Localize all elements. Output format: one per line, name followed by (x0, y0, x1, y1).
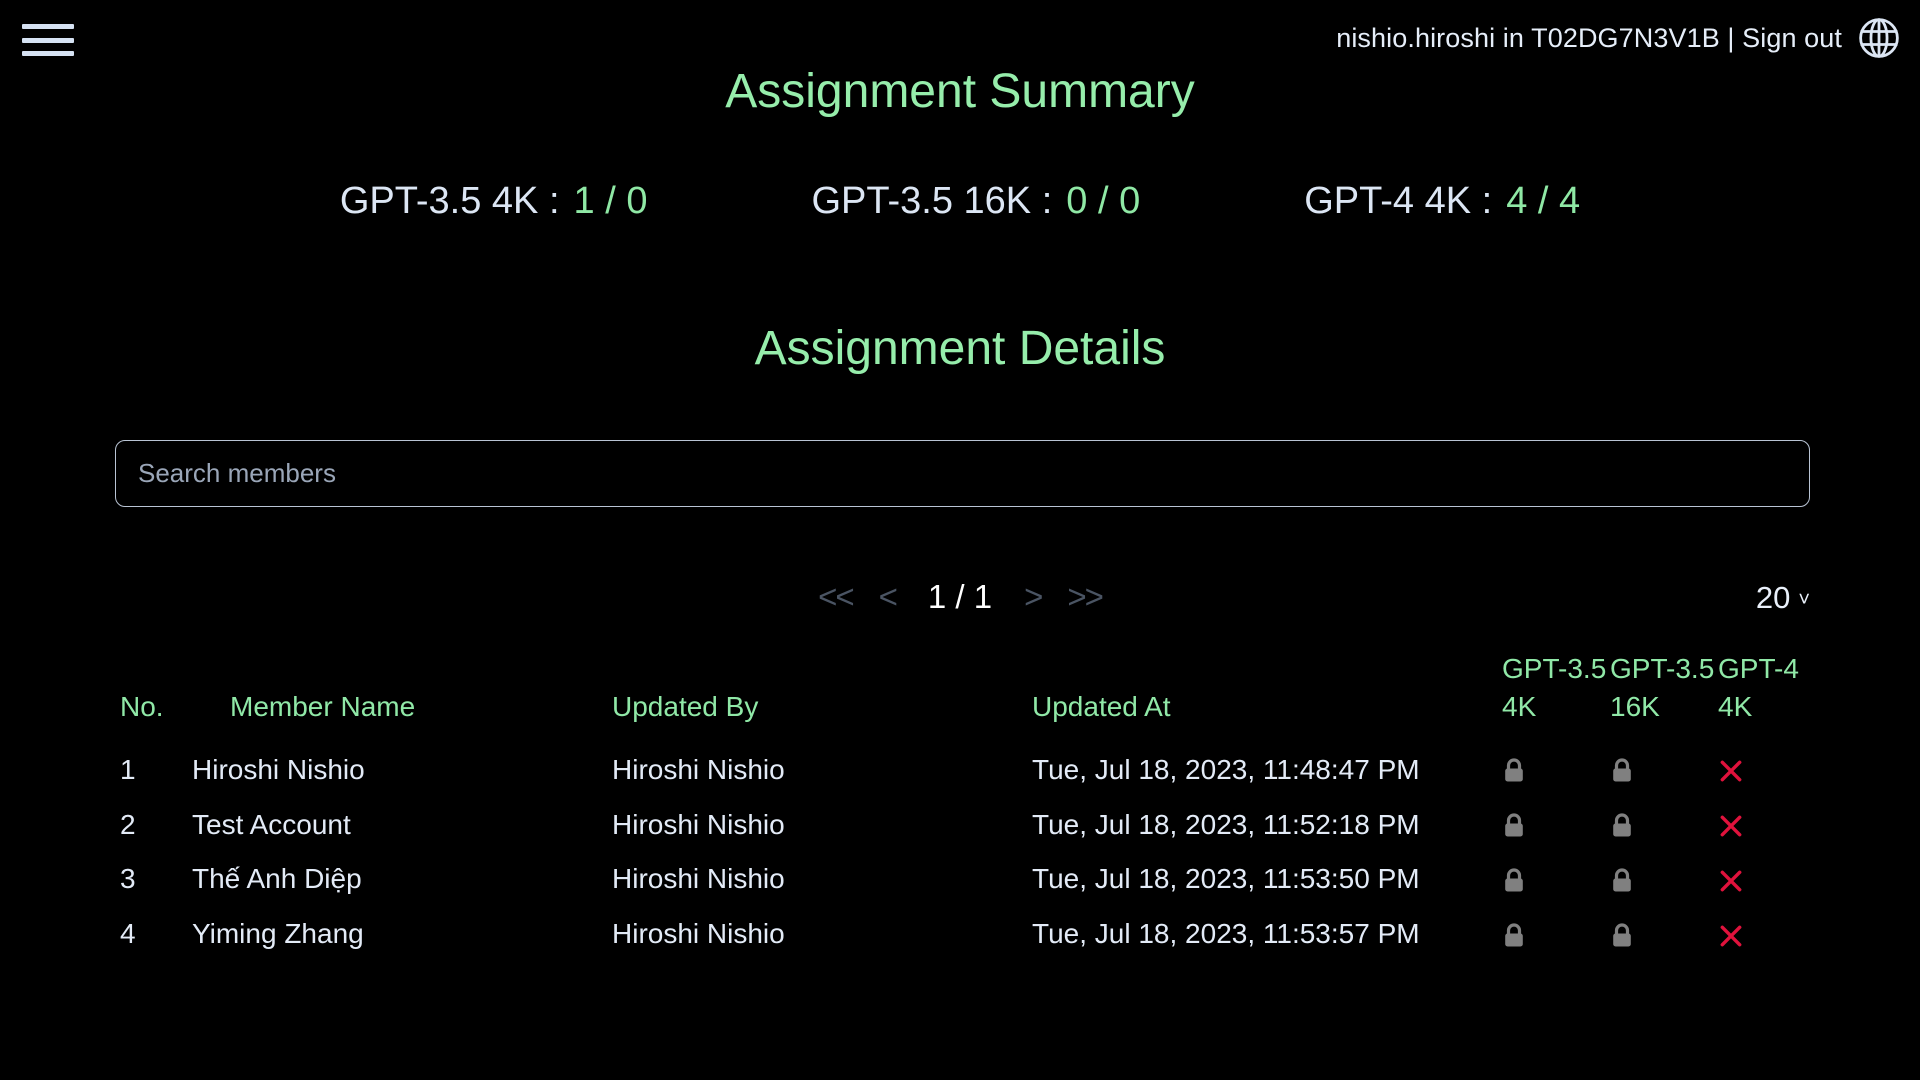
page-size-value: 20 (1755, 580, 1791, 615)
hamburger-bar (22, 37, 74, 43)
cell-no: 1 (120, 753, 136, 785)
cell-member-name: Hiroshi Nishio (192, 753, 365, 785)
lock-icon[interactable] (1502, 923, 1526, 949)
stat-gpt35-16k: GPT-3.5 16K : 0 / 0 (811, 180, 1140, 223)
cell-updated-by: Hiroshi Nishio (612, 863, 785, 895)
cell-gpt35-16k-status[interactable] (1610, 852, 1718, 907)
stat-value: 4 / 4 (1506, 180, 1581, 222)
cell-gpt35-16k-status[interactable] (1610, 743, 1718, 798)
column-header-gpt35-16k: GPT-3.5 16K (1610, 653, 1715, 723)
first-page-button[interactable]: << (818, 578, 855, 616)
pager-controls: << < 1 / 1 > >> (0, 578, 1920, 616)
search-container (115, 440, 1810, 507)
hamburger-bar (22, 24, 74, 29)
lock-icon[interactable] (1502, 813, 1526, 839)
column-header-no: No. (120, 691, 164, 723)
cell-gpt35-16k-status[interactable] (1610, 798, 1718, 853)
column-header-updated-at: Updated At (1032, 691, 1171, 723)
cell-gpt35-4k-status[interactable] (1502, 743, 1610, 798)
summary-stats-row: GPT-3.5 4K : 1 / 0 GPT-3.5 16K : 0 / 0 G… (0, 180, 1920, 223)
cell-gpt35-4k-status[interactable] (1502, 907, 1610, 962)
stat-value: 0 / 0 (1066, 180, 1141, 222)
cell-gpt35-4k-status[interactable] (1502, 798, 1610, 853)
account-signout-text[interactable]: nishio.hiroshi in T02DG7N3V1B | Sign out (1336, 23, 1842, 54)
cell-gpt4-4k-status[interactable] (1718, 743, 1826, 798)
hamburger-bar (22, 51, 74, 56)
close-icon[interactable] (1718, 758, 1744, 784)
page-title-assignment-details: Assignment Details (754, 322, 1166, 375)
cell-no: 4 (120, 918, 136, 950)
chevron-down-icon: ˅ (1798, 589, 1810, 611)
column-header-gpt35-4k: GPT-3.5 4K (1502, 653, 1607, 723)
lock-icon[interactable] (1610, 923, 1634, 949)
column-header-updated-by: Updated By (612, 691, 759, 723)
table-body: 1 Hiroshi Nishio Hiroshi Nishio Tue, Jul 18… (120, 743, 1826, 962)
lock-icon[interactable] (1502, 758, 1526, 784)
table-row[interactable]: 3 Thế Anh Diệp Hiroshi Nishio Tue, Jul 18, … (120, 852, 1826, 907)
cell-member-name: Yiming Zhang (192, 918, 364, 950)
column-header-member-name: Member Name (230, 691, 416, 723)
cell-gpt4-4k-status[interactable] (1718, 907, 1826, 962)
members-table: No. Member Name Updated By Updated At GP… (120, 650, 1826, 962)
cell-no: 2 (120, 808, 136, 840)
close-icon[interactable] (1718, 923, 1744, 949)
cell-updated-at: Tue, Jul 18, 2023, 11:52:18 PM (1032, 808, 1420, 840)
hamburger-icon[interactable] (22, 20, 74, 60)
cell-gpt4-4k-status[interactable] (1718, 852, 1826, 907)
prev-page-button[interactable]: < (879, 578, 898, 616)
last-page-button[interactable]: >> (1067, 578, 1104, 616)
table-header-row: No. Member Name Updated By Updated At GP… (120, 650, 1826, 743)
next-page-button[interactable]: > (1024, 578, 1043, 616)
globe-icon[interactable] (1858, 17, 1900, 59)
cell-updated-at: Tue, Jul 18, 2023, 11:53:57 PM (1032, 918, 1420, 950)
lock-icon[interactable] (1610, 868, 1634, 894)
pagination-bar: << < 1 / 1 > >> 20 ˅ (0, 578, 1920, 624)
cell-updated-by: Hiroshi Nishio (612, 753, 785, 785)
stat-gpt4-4k: GPT-4 4K : 4 / 4 (1304, 180, 1580, 223)
cell-no: 3 (120, 863, 136, 895)
stat-gpt35-4k: GPT-3.5 4K : 1 / 0 (340, 180, 648, 223)
cell-updated-at: Tue, Jul 18, 2023, 11:53:50 PM (1032, 863, 1420, 895)
stat-label: GPT-3.5 16K : (811, 180, 1053, 222)
cell-member-name: Test Account (192, 808, 351, 840)
page-size-select[interactable]: 20 ˅ (1756, 580, 1810, 616)
table-row[interactable]: 2 Test Account Hiroshi Nishio Tue, Jul 18, … (120, 798, 1826, 853)
members-table-container: No. Member Name Updated By Updated At GP… (120, 650, 1810, 962)
table-header: No. Member Name Updated By Updated At GP… (120, 650, 1826, 743)
stat-value: 1 / 0 (573, 180, 648, 222)
close-icon[interactable] (1718, 868, 1744, 894)
cell-gpt35-16k-status[interactable] (1610, 907, 1718, 962)
cell-updated-by: Hiroshi Nishio (612, 918, 785, 950)
page-title-assignment-summary: Assignment Summary (725, 65, 1195, 118)
stat-label: GPT-3.5 4K : (339, 180, 560, 222)
top-bar: nishio.hiroshi in T02DG7N3V1B | Sign out (0, 0, 1920, 74)
cell-member-name: Thế Anh Diệp (192, 863, 362, 895)
account-area: nishio.hiroshi in T02DG7N3V1B | Sign out (1336, 17, 1900, 59)
lock-icon[interactable] (1610, 813, 1634, 839)
table-row[interactable]: 4 Yiming Zhang Hiroshi Nishio Tue, Jul 18, … (120, 907, 1826, 962)
column-header-gpt4-4k: GPT-4 4K (1718, 653, 1799, 723)
cell-updated-by: Hiroshi Nishio (612, 808, 785, 840)
cell-gpt4-4k-status[interactable] (1718, 798, 1826, 853)
cell-gpt35-4k-status[interactable] (1502, 852, 1610, 907)
stat-label: GPT-4 4K : (1304, 180, 1493, 222)
table-row[interactable]: 1 Hiroshi Nishio Hiroshi Nishio Tue, Jul 18… (120, 743, 1826, 798)
page-indicator: 1 / 1 (927, 578, 993, 615)
cell-updated-at: Tue, Jul 18, 2023, 11:48:47 PM (1032, 753, 1420, 785)
search-input[interactable] (115, 440, 1810, 507)
lock-icon[interactable] (1502, 868, 1526, 894)
close-icon[interactable] (1718, 813, 1744, 839)
lock-icon[interactable] (1610, 758, 1634, 784)
